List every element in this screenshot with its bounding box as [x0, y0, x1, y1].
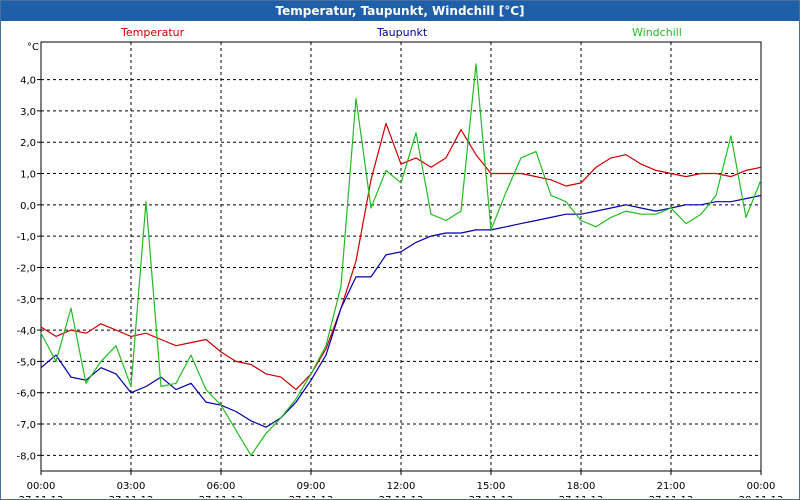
legend: Temperatur Taupunkt Windchill	[120, 26, 682, 39]
x-tick-date-label: 27.11.13	[19, 495, 64, 498]
chart-title-bar: Temperatur, Taupunkt, Windchill [°C]	[1, 1, 799, 21]
x-tick-date-label: 27.11.13	[199, 495, 244, 498]
x-tick-time-label: 09:00	[297, 481, 326, 492]
x-tick-date-label: 27.11.13	[379, 495, 424, 498]
y-tick-label: -8,0	[16, 451, 36, 462]
line-chart: °C 4,0 3,0 2,0 1,0 0,0 -1,0 -2,0 -3,0 -4,0 -5,0 -6…	[16, 26, 784, 498]
x-axis: 00:00 27.11.13 03:00 27.11.13 06:00 27.11.13 0…	[19, 471, 784, 498]
chart-title: Temperatur, Taupunkt, Windchill [°C]	[275, 4, 525, 18]
y-tick-label: 1,0	[20, 170, 36, 181]
x-tick-time-label: 03:00	[117, 481, 146, 492]
y-tick-label: -7,0	[16, 420, 36, 431]
chart-window: Temperatur, Taupunkt, Windchill [°C] °C …	[0, 0, 800, 500]
y-axis-unit: °C	[27, 42, 39, 53]
y-tick-label: -5,0	[16, 357, 36, 368]
x-tick-date-label: 27.11.13	[289, 495, 334, 498]
x-tick-time-label: 06:00	[207, 481, 236, 492]
legend-temperatur: Temperatur	[120, 26, 185, 39]
x-tick-time-label: 00:00	[27, 481, 56, 492]
y-tick-label: -2,0	[16, 263, 36, 274]
x-tick-date-label: 27.11.13	[649, 495, 694, 498]
y-tick-label: 2,0	[20, 138, 36, 149]
y-axis: °C 4,0 3,0 2,0 1,0 0,0 -1,0 -2,0 -3,0 -4,0 -5,0 -6…	[16, 42, 41, 462]
y-tick-label: -3,0	[16, 295, 36, 306]
x-tick-time-label: 21:00	[657, 481, 686, 492]
x-tick-date-label: 27.11.13	[469, 495, 514, 498]
x-tick-date-label: 28.11.13	[739, 495, 784, 498]
x-tick-time-label: 00:00	[747, 481, 776, 492]
x-tick-time-label: 18:00	[567, 481, 596, 492]
x-tick-time-label: 15:00	[477, 481, 506, 492]
y-tick-label: -1,0	[16, 232, 36, 243]
x-tick-date-label: 27.11.13	[559, 495, 604, 498]
plot-border	[40, 41, 762, 472]
x-tick-date-label: 27.11.13	[109, 495, 154, 498]
legend-taupunkt: Taupunkt	[376, 26, 428, 39]
y-tick-label: 4,0	[20, 76, 36, 87]
y-tick-label: 0,0	[20, 201, 36, 212]
y-tick-label: -4,0	[16, 326, 36, 337]
y-tick-label: -6,0	[16, 389, 36, 400]
y-tick-label: 3,0	[20, 107, 36, 118]
x-tick-time-label: 12:00	[387, 481, 416, 492]
legend-windchill: Windchill	[632, 26, 682, 39]
